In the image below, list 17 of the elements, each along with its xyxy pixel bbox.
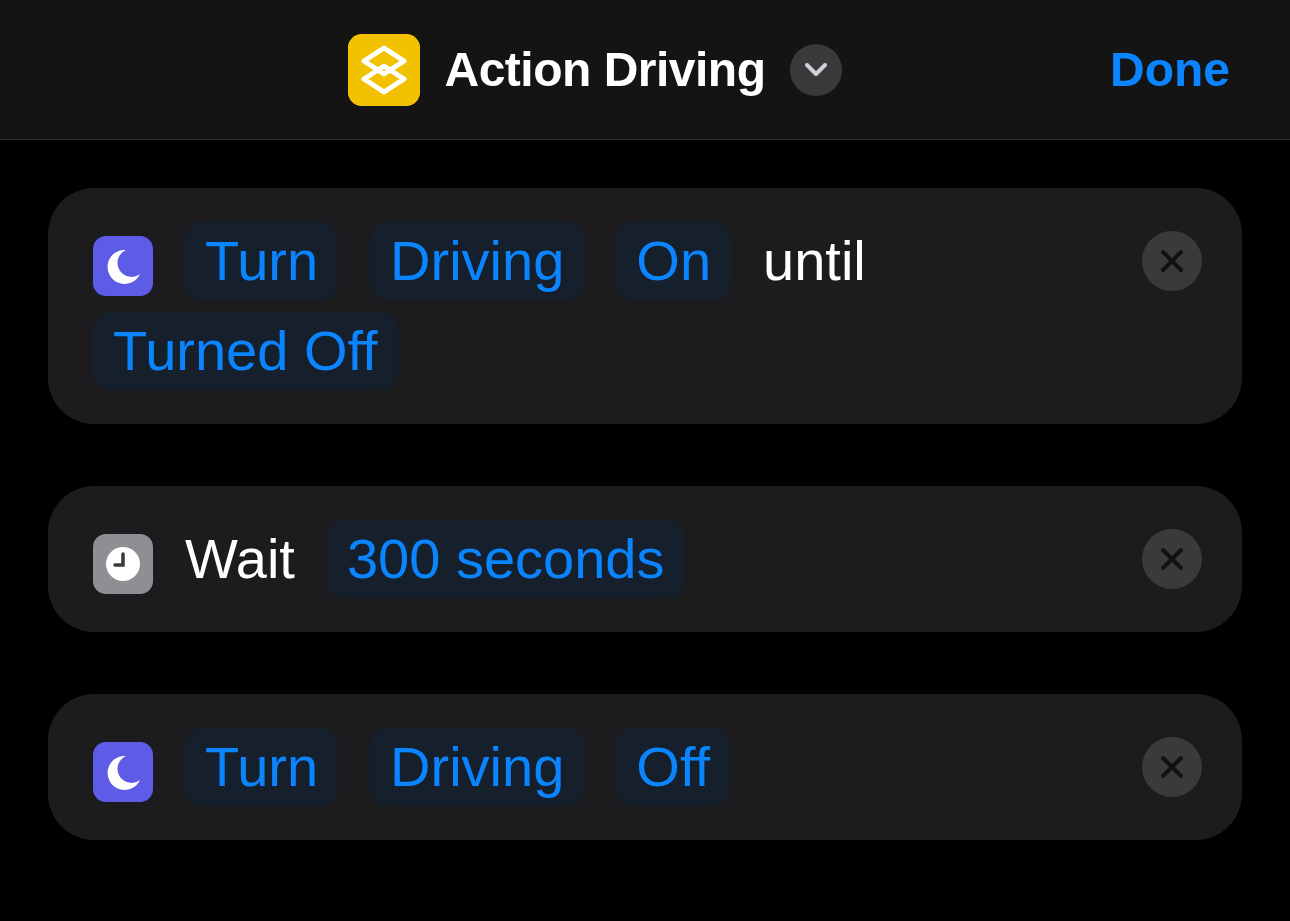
chevron-down-icon xyxy=(804,63,827,76)
parameter-token[interactable]: Driving xyxy=(370,728,585,806)
parameter-token[interactable]: Turn xyxy=(185,222,339,300)
moon-icon xyxy=(93,235,153,296)
parameter-token[interactable]: Turned Off xyxy=(93,312,398,390)
action-text: Wait xyxy=(185,526,295,592)
clock-icon xyxy=(93,533,153,594)
app-icon xyxy=(348,33,421,106)
moon-icon xyxy=(93,741,153,802)
done-button[interactable]: Done xyxy=(1110,33,1230,106)
parameter-token[interactable]: 300 seconds xyxy=(326,520,685,598)
parameter-token[interactable]: Off xyxy=(616,728,730,806)
parameter-token[interactable]: Turn xyxy=(185,728,339,806)
parameter-token[interactable]: Driving xyxy=(370,222,585,300)
action-text: until xyxy=(763,228,866,294)
shortcut-title: Action Driving xyxy=(444,41,766,98)
parameter-token[interactable]: On xyxy=(616,222,732,300)
